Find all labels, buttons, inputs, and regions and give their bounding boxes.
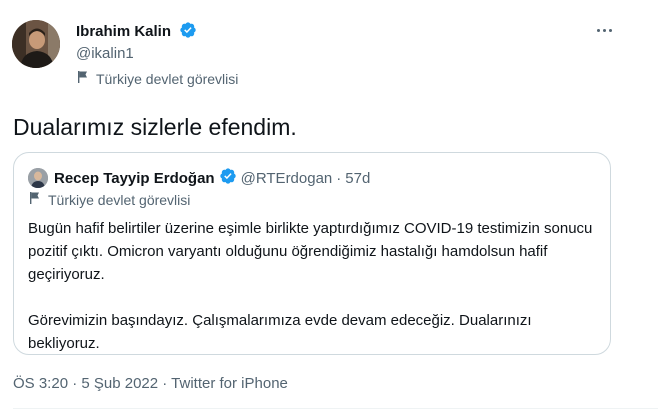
author-avatar[interactable] (12, 20, 60, 68)
verified-badge-icon (179, 21, 197, 43)
more-options-icon[interactable] (592, 18, 616, 42)
quoted-author-name[interactable]: Recep Tayyip Erdoğan (54, 170, 215, 187)
separator-dot: · (336, 169, 342, 187)
author-name[interactable]: Ibrahim Kalin (76, 23, 171, 40)
author-handle[interactable]: @ikalin1 (76, 45, 134, 62)
tweet-text: Dualarımız sizlerle efendim. (13, 114, 297, 140)
quoted-tweet[interactable]: Recep Tayyip Erdoğan @RTErdogan · 57d Tü… (13, 152, 611, 355)
quoted-government-label[interactable]: Türkiye devlet görevlisi (28, 191, 190, 208)
divider (13, 408, 658, 409)
government-label[interactable]: Türkiye devlet görevlisi (76, 70, 238, 87)
author-name-row[interactable]: Ibrahim Kalin (76, 21, 197, 43)
flag-icon (28, 191, 42, 208)
quoted-author-avatar[interactable] (28, 168, 48, 188)
tweet-meta[interactable]: ÖS 3:20 · 5 Şub 2022 · Twitter for iPhon… (13, 375, 288, 392)
quoted-paragraph-1: Bugün hafif belirtiler üzerine eşimle bi… (28, 220, 593, 283)
quoted-time[interactable]: 57d (345, 170, 370, 187)
quoted-government-label-text: Türkiye devlet görevlisi (48, 191, 191, 208)
quoted-tweet-header: Recep Tayyip Erdoğan @RTErdogan · 57d (28, 167, 370, 189)
quoted-author-handle[interactable]: @RTErdogan (241, 170, 333, 187)
verified-badge-icon (219, 167, 237, 189)
flag-icon (76, 70, 90, 87)
quoted-tweet-body: Bugün hafif belirtiler üzerine eşimle bi… (28, 217, 600, 355)
government-label-text: Türkiye devlet görevlisi (96, 70, 239, 87)
quoted-paragraph-2: Görevimizin başındayız. Çalışmalarımıza … (28, 312, 532, 352)
